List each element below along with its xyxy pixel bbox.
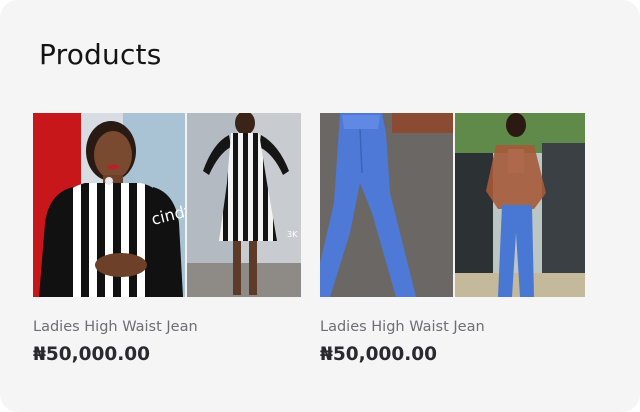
product-image[interactable]: cindy 3K (33, 113, 301, 297)
product-card[interactable]: Ladies High Waist Jean ₦50,000.00 (320, 113, 590, 365)
product-name[interactable]: Ladies High Waist Jean (320, 319, 485, 335)
product-name[interactable]: Ladies High Waist Jean (33, 319, 198, 335)
product-price: ₦50,000.00 (320, 344, 438, 365)
products-card: Products cindy 3K Ladies High Waist Jean… (0, 0, 640, 412)
product-image[interactable] (320, 113, 585, 297)
corner-mark-text: 3K (287, 230, 298, 239)
product-card[interactable]: cindy 3K Ladies High Waist Jean ₦50,000.… (33, 113, 303, 365)
page-title: Products (39, 38, 162, 71)
product-price: ₦50,000.00 (33, 344, 151, 365)
